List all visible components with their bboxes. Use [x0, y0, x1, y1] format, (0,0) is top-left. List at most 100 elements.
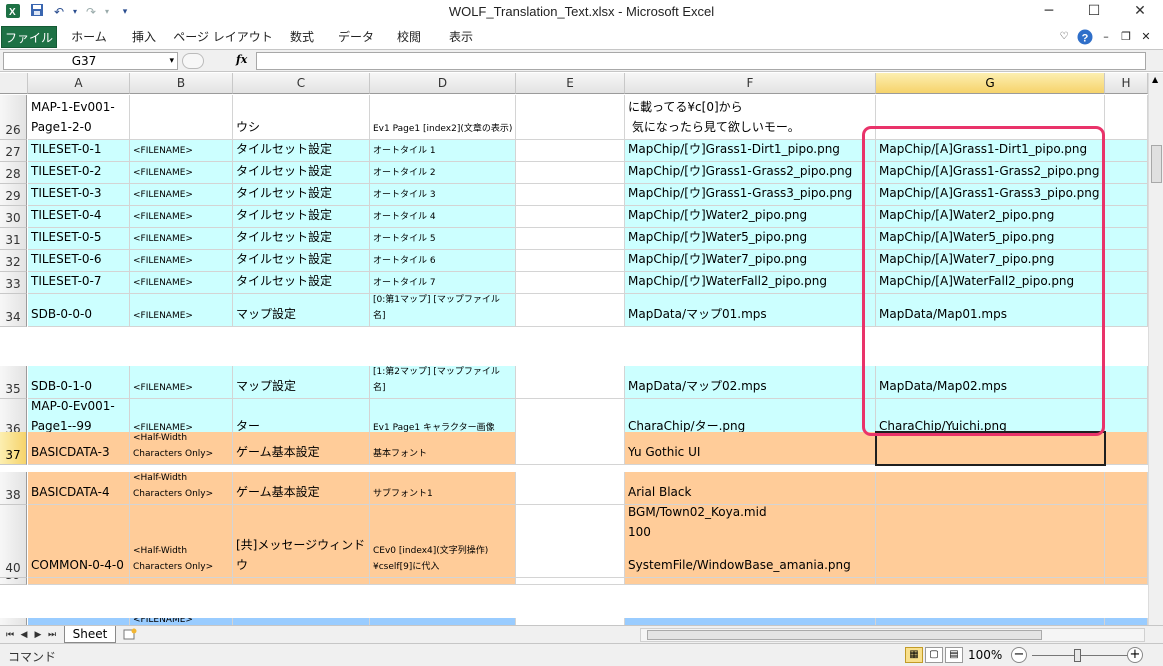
- name-box[interactable]: G37 ▾: [3, 52, 178, 70]
- cell-d37[interactable]: 基本フォント: [370, 432, 516, 465]
- cell-f37[interactable]: Yu Gothic UI: [625, 432, 876, 465]
- cell-a28[interactable]: TILESET-0-2: [28, 162, 130, 184]
- cell-d40[interactable]: CEv0 [index4](文字列操作) ¥cself[9]に代入: [370, 538, 516, 578]
- cell-d33[interactable]: オートタイル 7: [370, 272, 516, 294]
- cell-e37[interactable]: [516, 432, 625, 465]
- cell-d28[interactable]: オートタイル 2: [370, 162, 516, 184]
- cell-e34[interactable]: [516, 294, 625, 327]
- cell-b31[interactable]: <FILENAME>: [130, 228, 233, 250]
- cell-b30[interactable]: <FILENAME>: [130, 206, 233, 228]
- close-button[interactable]: ✕: [1117, 0, 1163, 22]
- cell-b26[interactable]: [130, 95, 233, 140]
- cell-d38[interactable]: サブフォント1: [370, 472, 516, 505]
- cell-f41[interactable]: CharaChip/[Special]Wolfarl.png: [625, 618, 876, 625]
- row-header-32[interactable]: 32: [0, 250, 27, 272]
- cell-f30[interactable]: MapChip/[ウ]Water2_pipo.png: [625, 206, 876, 228]
- cell-g33[interactable]: MapChip/[A]WaterFall2_pipo.png: [876, 272, 1105, 294]
- zoom-in-icon[interactable]: +: [1127, 647, 1143, 663]
- tab-page-layout[interactable]: ページ レイアウト: [172, 26, 274, 48]
- cell-d29[interactable]: オートタイル 3: [370, 184, 516, 206]
- cell-d27[interactable]: オートタイル 1: [370, 140, 516, 162]
- cell-b41[interactable]: <FILENAME> <Half-Width Characters Only>: [130, 618, 233, 625]
- cell-f33[interactable]: MapChip/[ウ]WaterFall2_pipo.png: [625, 272, 876, 294]
- cell-c40[interactable]: [共]メッセージウィンド ウ: [233, 538, 370, 578]
- sheet-tab[interactable]: Sheet: [64, 626, 116, 643]
- row-header-34[interactable]: 34: [0, 294, 27, 327]
- tab-home[interactable]: ホーム: [64, 26, 114, 48]
- column-header-a[interactable]: A: [28, 73, 130, 94]
- first-sheet-icon[interactable]: ⏮: [4, 628, 16, 642]
- cell-d35[interactable]: [1:第2マップ] [マップファイル 名]: [370, 366, 516, 399]
- cell-a38[interactable]: BASICDATA-4: [28, 472, 130, 505]
- zoom-slider-thumb[interactable]: [1074, 649, 1081, 662]
- cell-c29[interactable]: タイルセット設定: [233, 184, 370, 206]
- tab-file[interactable]: ファイル: [1, 26, 57, 48]
- cell-h31[interactable]: [1105, 228, 1148, 250]
- cell-a29[interactable]: TILESET-0-3: [28, 184, 130, 206]
- cell-a35[interactable]: SDB-0-1-0: [28, 366, 130, 399]
- cell-h34[interactable]: [1105, 294, 1148, 327]
- cell-h40[interactable]: [1105, 538, 1148, 578]
- zoom-out-icon[interactable]: −: [1011, 647, 1027, 663]
- cell-f26[interactable]: に載ってる¥c[0]から 気になったら見て欲しいモー。: [625, 95, 876, 140]
- cell-f28[interactable]: MapChip/[ウ]Grass1-Grass2_pipo.png: [625, 162, 876, 184]
- cell-a32[interactable]: TILESET-0-6: [28, 250, 130, 272]
- cell-h32[interactable]: [1105, 250, 1148, 272]
- cell-f29[interactable]: MapChip/[ウ]Grass1-Grass3_pipo.png: [625, 184, 876, 206]
- cell-d34[interactable]: [0:第1マップ] [マップファイル 名]: [370, 294, 516, 327]
- cell-b38[interactable]: <Half-Width Characters Only>: [130, 472, 233, 505]
- cell-a34[interactable]: SDB-0-0-0: [28, 294, 130, 327]
- tab-view[interactable]: 表示: [438, 26, 484, 48]
- cell-b34[interactable]: <FILENAME>: [130, 294, 233, 327]
- cell-g28[interactable]: MapChip/[A]Grass1-Grass2_pipo.png: [876, 162, 1105, 184]
- column-header-d[interactable]: D: [370, 73, 516, 94]
- row-header-27[interactable]: 27: [0, 140, 27, 162]
- horizontal-scroll-thumb[interactable]: [647, 630, 1042, 640]
- zoom-level[interactable]: 100%: [968, 648, 1002, 662]
- cell-a27[interactable]: TILESET-0-1: [28, 140, 130, 162]
- cell-c37[interactable]: ゲーム基本設定: [233, 432, 370, 465]
- cell-d41[interactable]: プレイヤー画像: [370, 618, 516, 625]
- cell-c32[interactable]: タイルセット設定: [233, 250, 370, 272]
- cell-e41[interactable]: [516, 618, 625, 625]
- tab-formulas[interactable]: 数式: [280, 26, 324, 48]
- column-header-e[interactable]: E: [516, 73, 625, 94]
- cell-c27[interactable]: タイルセット設定: [233, 140, 370, 162]
- cell-g31[interactable]: MapChip/[A]Water5_pipo.png: [876, 228, 1105, 250]
- formula-bar-expand-icon[interactable]: [182, 53, 204, 69]
- cell-c38[interactable]: ゲーム基本設定: [233, 472, 370, 505]
- ribbon-minimize-icon[interactable]: ♡: [1056, 26, 1072, 48]
- cell-g37[interactable]: [876, 432, 1105, 465]
- cell-a41[interactable]: BASICDATA-2: [28, 618, 130, 625]
- cell-c35[interactable]: マップ設定: [233, 366, 370, 399]
- cell-c31[interactable]: タイルセット設定: [233, 228, 370, 250]
- cell-h37[interactable]: [1105, 432, 1148, 465]
- cell-f40[interactable]: SystemFile/WindowBase_amania.png: [625, 538, 876, 578]
- cell-g34[interactable]: MapData/Map01.mps: [876, 294, 1105, 327]
- cell-g27[interactable]: MapChip/[A]Grass1-Dirt1_pipo.png: [876, 140, 1105, 162]
- cell-h29[interactable]: [1105, 184, 1148, 206]
- cell-h30[interactable]: [1105, 206, 1148, 228]
- row-header-29[interactable]: 29: [0, 184, 27, 206]
- column-header-c[interactable]: C: [233, 73, 370, 94]
- row-header-26[interactable]: 26: [0, 95, 27, 140]
- insert-sheet-icon[interactable]: [122, 628, 138, 642]
- cell-g30[interactable]: MapChip/[A]Water2_pipo.png: [876, 206, 1105, 228]
- cell-a37[interactable]: BASICDATA-3: [28, 432, 130, 465]
- cell-g29[interactable]: MapChip/[A]Grass1-Grass3_pipo.png: [876, 184, 1105, 206]
- maximize-button[interactable]: ☐: [1071, 0, 1117, 22]
- vertical-scroll-thumb[interactable]: [1151, 145, 1162, 183]
- cell-h33[interactable]: [1105, 272, 1148, 294]
- cell-e35[interactable]: [516, 366, 625, 399]
- cell-c34[interactable]: マップ設定: [233, 294, 370, 327]
- next-sheet-icon[interactable]: ▶: [32, 628, 44, 642]
- cell-h26[interactable]: [1105, 95, 1148, 140]
- cell-b32[interactable]: <FILENAME>: [130, 250, 233, 272]
- cell-f27[interactable]: MapChip/[ウ]Grass1-Dirt1_pipo.png: [625, 140, 876, 162]
- column-header-h[interactable]: H: [1105, 73, 1148, 94]
- cell-c26[interactable]: ウシ: [233, 95, 370, 140]
- row-header-41[interactable]: 41: [0, 618, 27, 625]
- cell-d26[interactable]: Ev1 Page1 [index2](文章の表示): [370, 95, 516, 140]
- cell-d31[interactable]: オートタイル 5: [370, 228, 516, 250]
- cell-h38[interactable]: [1105, 472, 1148, 505]
